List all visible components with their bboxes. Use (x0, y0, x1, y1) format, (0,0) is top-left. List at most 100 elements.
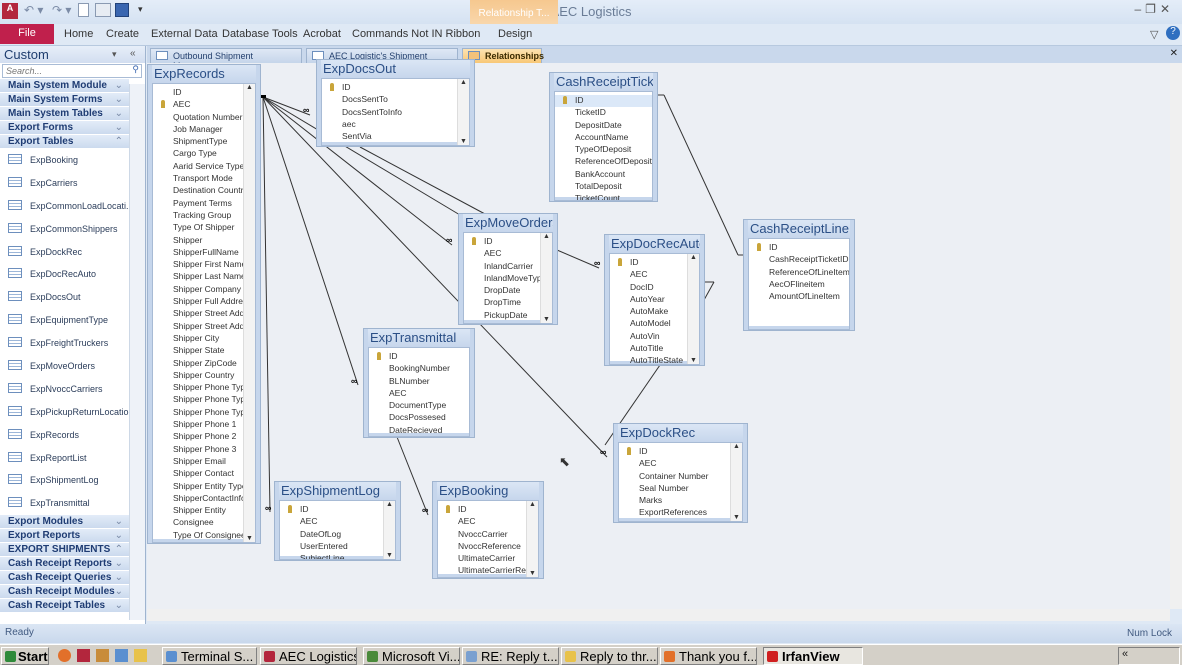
table-title[interactable]: CashReceiptTicket (554, 73, 653, 91)
table-field[interactable]: Shipper Street Addr (153, 321, 255, 333)
table-field[interactable]: AutoMake (610, 306, 699, 318)
table-field[interactable]: BankAccount (555, 169, 652, 181)
table-field[interactable]: AEC (369, 388, 469, 400)
table-field-scrollbar[interactable] (457, 79, 469, 145)
table-field-scrollbar[interactable] (526, 501, 538, 577)
table-field[interactable]: ID (464, 236, 552, 248)
table-field[interactable]: Marks (619, 495, 742, 507)
table-field[interactable]: DateOfLog (280, 529, 395, 541)
table-field[interactable]: ExportReferences (619, 507, 742, 519)
table-box[interactable]: ExpRecords ID AEC Quotation Number Job Mana… (148, 65, 260, 543)
table-field[interactable]: DropTime (464, 297, 552, 309)
table-field[interactable]: AEC (280, 516, 395, 528)
table-field[interactable]: DepositDate (555, 120, 652, 132)
table-field[interactable]: InlandCarrier (464, 261, 552, 273)
table-field[interactable]: TicketCount (555, 193, 652, 200)
relationship-line[interactable] (359, 146, 486, 215)
access-icon[interactable] (77, 649, 90, 662)
table-box[interactable]: ExpBooking ID AEC NvoccCarrier NvoccReferen… (433, 482, 543, 578)
table-title[interactable]: ExpBooking (437, 482, 539, 500)
taskbar-item[interactable]: Thank you f... (660, 647, 757, 665)
table-field[interactable]: UserEntered (280, 541, 395, 553)
table-field[interactable]: Consignee (153, 517, 255, 529)
table-field[interactable]: Seal Number (619, 483, 742, 495)
table-field[interactable]: ID (555, 95, 652, 108)
table-title[interactable]: ExpMoveOrders (463, 214, 553, 232)
relationship-line[interactable] (703, 281, 715, 301)
table-field[interactable]: ID (153, 87, 255, 99)
table-field[interactable]: BLNumber (369, 376, 469, 388)
table-field[interactable]: AEC (464, 248, 552, 260)
horizontal-scrollbar[interactable] (147, 609, 1170, 621)
table-field[interactable]: AEC (438, 516, 538, 528)
table-field-scrollbar[interactable] (730, 443, 742, 521)
table-field[interactable]: Shipper Phone Type (153, 407, 255, 419)
table-box[interactable]: ExpDockRec ID AEC Container Number Seal Num… (614, 424, 747, 522)
table-field[interactable]: AEC (610, 269, 699, 281)
table-field-scrollbar[interactable] (540, 233, 552, 323)
table-field[interactable]: AmountOfLineItem (749, 291, 849, 303)
table-field[interactable]: Shipper Entity Type (153, 481, 255, 493)
table-field[interactable]: Shipper Country (153, 370, 255, 382)
show-hidden-icons-button[interactable]: « (1122, 648, 1128, 660)
table-title[interactable]: ExpDockRec (618, 424, 743, 442)
table-field[interactable]: ID (749, 242, 849, 254)
table-field[interactable]: Shipper Phone Type (153, 382, 255, 394)
table-field[interactable]: NvoccReference (438, 541, 538, 553)
table-title[interactable]: ExpShipmentLog (279, 482, 396, 500)
table-title[interactable]: ExpTransmittal (368, 329, 470, 347)
table-box[interactable]: ExpDocsOut ID DocsSentTo DocsSentToInfo aec… (317, 60, 474, 146)
table-field[interactable]: AutoVin (610, 331, 699, 343)
table-field[interactable]: AecOFlineitem (749, 279, 849, 291)
table-box[interactable]: CashReceiptLineIt... IDCashReceiptTicket… (744, 220, 854, 330)
table-title[interactable]: ExpRecords (152, 65, 256, 83)
table-field[interactable]: TicketID (555, 107, 652, 119)
start-button[interactable]: Start (1, 647, 49, 665)
table-field[interactable]: NvoccCarrier (438, 529, 538, 541)
table-field[interactable]: Shipper Phone 1 (153, 419, 255, 431)
table-field[interactable]: UltimateCarrierRef (438, 565, 538, 577)
table-title[interactable]: ExpDocsOut (321, 60, 470, 78)
firefox-icon[interactable] (58, 649, 71, 662)
table-field[interactable]: Shipper Company (153, 284, 255, 296)
table-field[interactable]: ShipmentType (153, 136, 255, 148)
table-field[interactable]: Shipper Full Addres: (153, 296, 255, 308)
table-field[interactable]: DocID (610, 282, 699, 294)
table-field[interactable]: ID (619, 446, 742, 458)
table-box[interactable]: ExpDocRecAuto ID AEC DocID AutoYear AutoMake… (605, 235, 704, 365)
table-field[interactable]: ShipperFullName (153, 247, 255, 259)
table-field[interactable]: AutoYear (610, 294, 699, 306)
table-field[interactable]: Shipper Email (153, 456, 255, 468)
relationship-line[interactable] (262, 96, 271, 513)
table-field[interactable]: AutoModel (610, 318, 699, 330)
table-field[interactable]: TotalDeposit (555, 181, 652, 193)
table-field[interactable]: Job Manager (153, 124, 255, 136)
table-field[interactable]: Transport Mode (153, 173, 255, 185)
table-field[interactable]: Type Of Shipper (153, 222, 255, 234)
table-field[interactable]: ShipperContactInfo (153, 493, 255, 505)
table-title[interactable]: ExpDocRecAuto (609, 235, 700, 253)
app-icon[interactable] (115, 649, 128, 662)
table-field[interactable]: Aarid Service Type (153, 161, 255, 173)
table-field[interactable]: AutoTitleState (610, 355, 699, 364)
table-field[interactable]: SentVia (322, 131, 469, 143)
taskbar-item[interactable]: Terminal S... (162, 647, 257, 665)
taskbar-item[interactable]: RE: Reply t... (462, 647, 559, 665)
table-field[interactable]: Consignee Full N... (153, 542, 255, 543)
taskbar-item[interactable]: Microsoft Vi... (363, 647, 460, 665)
table-field[interactable]: Shipper ZipCode (153, 358, 255, 370)
table-field[interactable]: ReferenceOfDeposit (555, 156, 652, 168)
table-field[interactable]: Shipper Phone 3 (153, 444, 255, 456)
table-field[interactable]: DateRecieved (369, 425, 469, 436)
taskbar-item[interactable]: Reply to thr... (561, 647, 658, 665)
relationship-line[interactable] (556, 249, 600, 269)
table-field[interactable]: Shipper Phone 2 (153, 431, 255, 443)
table-field[interactable]: Shipper Street Addr (153, 308, 255, 320)
taskbar-item[interactable]: IrfanView (763, 647, 863, 665)
table-field[interactable]: ID (322, 82, 469, 94)
table-title[interactable]: CashReceiptLineIt... (748, 220, 850, 238)
table-field[interactable]: Shipper Entity (153, 505, 255, 517)
table-field[interactable]: ID (610, 257, 699, 269)
table-field[interactable]: PickupTime (464, 322, 552, 323)
table-field[interactable]: SubjectLine (280, 553, 395, 559)
